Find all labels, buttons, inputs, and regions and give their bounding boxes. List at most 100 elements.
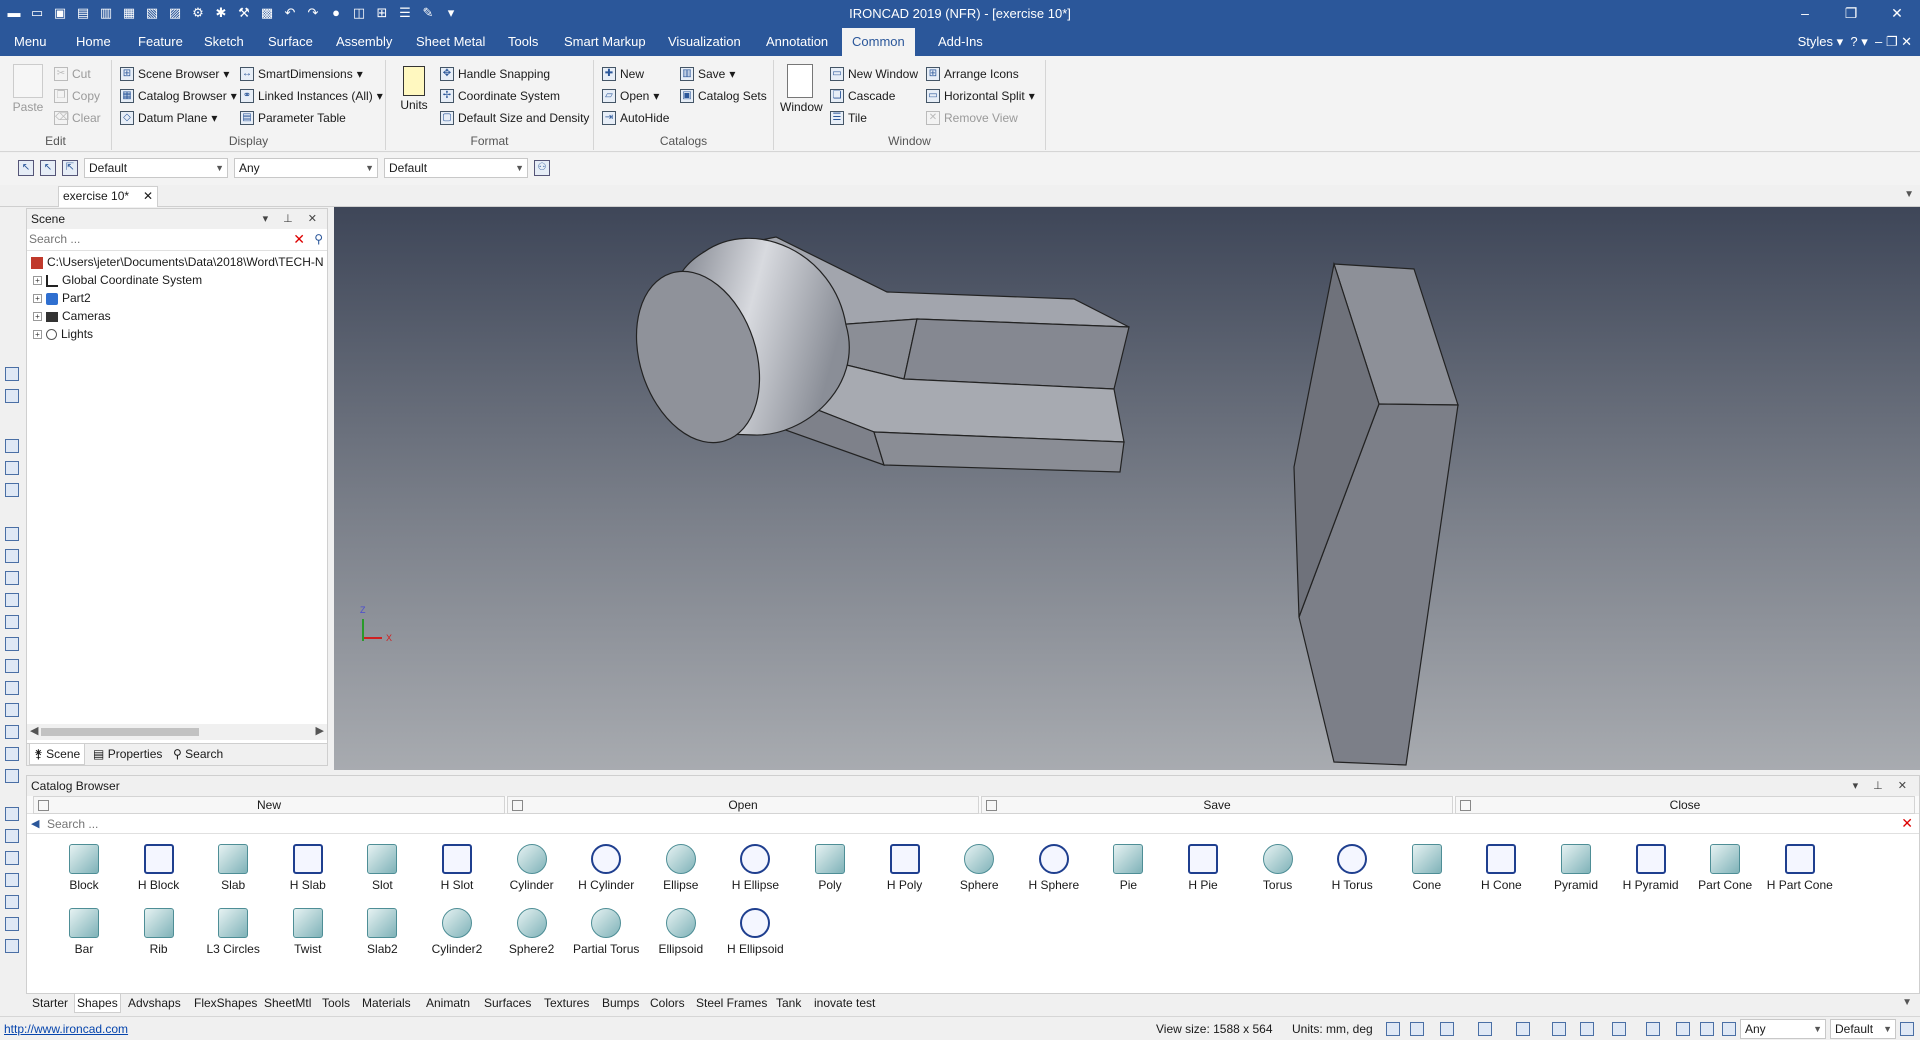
tree-item-part2[interactable]: + Part2	[27, 289, 327, 307]
tab-annotation[interactable]: Annotation	[756, 28, 838, 56]
catalog-shape[interactable]: Cylinder2	[420, 908, 494, 956]
close-button[interactable]: ✕	[1874, 0, 1920, 28]
default-size-density-button[interactable]: ▢ Default Size and Density	[440, 108, 589, 128]
catalog-shape[interactable]: H Ellipse	[718, 844, 792, 892]
catalog-shape[interactable]: Twist	[271, 908, 345, 956]
scrollbar-thumb[interactable]	[41, 728, 199, 736]
select-filter-icon[interactable]	[1722, 1022, 1736, 1036]
catalog-shape[interactable]: H Ellipsoid	[718, 908, 792, 956]
tool-icon[interactable]	[5, 461, 19, 475]
tab-list-dropdown-icon[interactable]: ▼	[1904, 189, 1914, 200]
tab-common[interactable]: Common	[842, 28, 915, 56]
3d-viewport[interactable]: Z X	[334, 207, 1920, 770]
linked-instances-button[interactable]: ⚭ Linked Instances (All) ▾	[240, 86, 383, 106]
minimize-button[interactable]: –	[1782, 0, 1828, 28]
scene-horizontal-scrollbar[interactable]: ◀ ▶	[27, 724, 327, 740]
selection-mode-combo[interactable]: Default ▼	[84, 158, 228, 178]
view-orient-icon[interactable]	[1478, 1022, 1492, 1036]
tool-icon[interactable]	[5, 829, 19, 843]
tab-smart-markup[interactable]: Smart Markup	[554, 28, 656, 56]
style-combo[interactable]: Default ▼	[384, 158, 528, 178]
catalog-tab-surfaces[interactable]: Surfaces	[482, 994, 533, 1013]
catalog-shape[interactable]: Rib	[122, 908, 196, 956]
search-options-icon[interactable]: ⚲	[314, 232, 323, 246]
scroll-left-icon[interactable]: ◀	[30, 724, 38, 737]
tool-icon[interactable]	[5, 895, 19, 909]
close-icon[interactable]: ✕	[143, 187, 153, 206]
tool-icon[interactable]	[5, 571, 19, 585]
catalog-open-button[interactable]: Open	[507, 796, 979, 814]
tab-properties[interactable]: ▤ Properties	[89, 744, 166, 765]
tool-icon[interactable]	[5, 549, 19, 563]
tool-icon[interactable]	[5, 483, 19, 497]
expand-icon[interactable]: +	[33, 312, 42, 322]
tool-icon[interactable]	[5, 659, 19, 673]
tree-item-lights[interactable]: + Lights	[27, 325, 327, 343]
catalog-shape[interactable]: H Part Cone	[1763, 844, 1837, 892]
shaded-icon[interactable]	[1552, 1022, 1566, 1036]
tool-icon[interactable]	[5, 439, 19, 453]
catalog-shape[interactable]: Bar	[47, 908, 121, 956]
catalog-shape[interactable]: Slot	[345, 844, 419, 892]
catalog-tab-steel-frames[interactable]: Steel Frames	[694, 994, 769, 1013]
catalog-shape[interactable]: H Slab	[271, 844, 345, 892]
tool-icon[interactable]	[5, 703, 19, 717]
catalog-shape[interactable]: Cone	[1390, 844, 1464, 892]
hierarchy-icon[interactable]	[1900, 1022, 1914, 1036]
section-icon[interactable]	[1646, 1022, 1660, 1036]
tool-icon[interactable]	[5, 527, 19, 541]
catalog-search-input[interactable]	[47, 815, 1847, 833]
catalog-shape[interactable]: Slab2	[345, 908, 419, 956]
catalog-tab-starter[interactable]: Starter	[30, 994, 70, 1013]
document-tab[interactable]: exercise 10* ✕	[58, 186, 158, 207]
catalog-shape[interactable]: H Poly	[868, 844, 942, 892]
catalog-tab-flexshapes[interactable]: FlexShapes	[192, 994, 259, 1013]
tab-home[interactable]: Home	[66, 28, 121, 56]
catalog-tab-animatn[interactable]: Animatn	[424, 994, 472, 1013]
catalog-shape[interactable]: H Block	[122, 844, 196, 892]
tab-sheet-metal[interactable]: Sheet Metal	[406, 28, 495, 56]
status-filter-combo[interactable]: Any ▼	[1740, 1019, 1826, 1039]
tool-icon[interactable]	[5, 747, 19, 761]
panel-controls[interactable]: ▾ ⊥ ✕	[263, 209, 323, 229]
select-filter-icon[interactable]: ⇱	[62, 160, 78, 176]
catalog-shape[interactable]: Pyramid	[1539, 844, 1613, 892]
catalog-save-button[interactable]: Save	[981, 796, 1453, 814]
tool-icon[interactable]	[5, 851, 19, 865]
datum-plane-button[interactable]: ◇ Datum Plane ▾	[120, 108, 217, 128]
catalog-shape[interactable]: Torus	[1241, 844, 1315, 892]
filter-combo[interactable]: Any ▼	[234, 158, 378, 178]
hierarchy-icon[interactable]: ⚇	[534, 160, 550, 176]
copy-button[interactable]: ❐ Copy	[54, 86, 100, 106]
horizontal-split-button[interactable]: ▭ Horizontal Split ▾	[926, 86, 1035, 106]
tab-tools[interactable]: Tools	[498, 28, 548, 56]
catalog-shape[interactable]: Ellipse	[644, 844, 718, 892]
catalog-shape[interactable]: Sphere	[942, 844, 1016, 892]
new-window-button[interactable]: ▭ New Window	[830, 64, 918, 84]
search-back-icon[interactable]: ◀	[31, 817, 39, 830]
coordinate-system-button[interactable]: ✢ Coordinate System	[440, 86, 560, 106]
scroll-right-icon[interactable]: ▶	[316, 724, 324, 737]
smart-dimensions-button[interactable]: ↔ SmartDimensions ▾	[240, 64, 363, 84]
scene-browser-button[interactable]: ⊞ Scene Browser ▾	[120, 64, 229, 84]
3d-model[interactable]	[334, 207, 1920, 770]
render-mode-icon[interactable]	[1516, 1022, 1530, 1036]
select-pointer-icon[interactable]: ↖	[40, 160, 56, 176]
cascade-button[interactable]: ❏ Cascade	[830, 86, 895, 106]
tab-list-dropdown-icon[interactable]: ▼	[1902, 997, 1912, 1008]
tab-scene[interactable]: ⚵ Scene	[29, 744, 86, 765]
tab-visualization[interactable]: Visualization	[658, 28, 751, 56]
camera-icon[interactable]	[1612, 1022, 1626, 1036]
remove-view-button[interactable]: ✕ Remove View	[926, 108, 1018, 128]
tab-add-ins[interactable]: Add-Ins	[928, 28, 993, 56]
catalog-tab-tank[interactable]: Tank	[774, 994, 803, 1013]
tab-menu[interactable]: Menu	[4, 28, 57, 56]
tool-icon[interactable]	[5, 769, 19, 783]
catalog-open-button[interactable]: ▱ Open ▾	[602, 86, 659, 106]
parameter-table-button[interactable]: ▤ Parameter Table	[240, 108, 346, 128]
catalog-browser-button[interactable]: ▦ Catalog Browser ▾	[120, 86, 237, 106]
snap-icon[interactable]	[1676, 1022, 1690, 1036]
catalog-shape[interactable]: Partial Torus	[569, 908, 643, 956]
status-style-combo[interactable]: Default ▼	[1830, 1019, 1896, 1039]
styles-menu[interactable]: Styles ▾ ? ▾ – ❐ ✕	[1798, 28, 1912, 56]
